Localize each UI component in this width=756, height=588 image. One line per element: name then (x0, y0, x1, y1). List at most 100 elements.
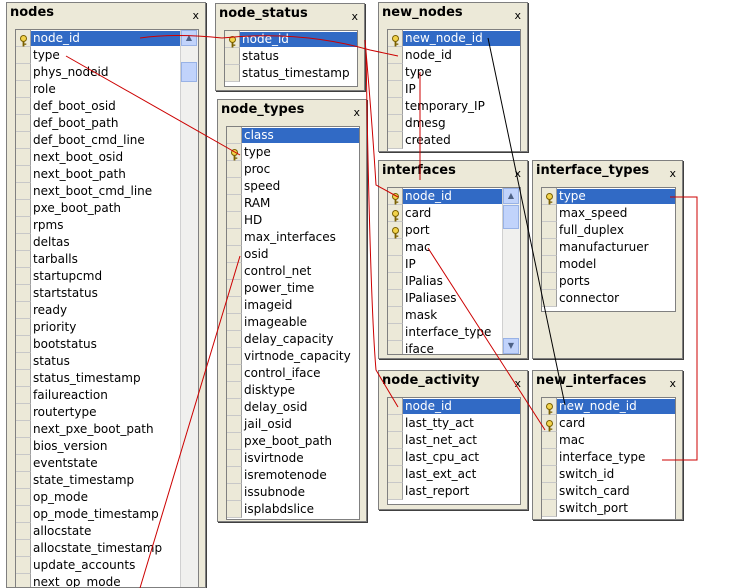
column-checkbox[interactable] (227, 433, 242, 450)
column-checkbox[interactable] (388, 415, 403, 432)
column-row[interactable]: next_boot_path (16, 166, 180, 183)
column-row[interactable]: IPaliases (388, 290, 502, 307)
table-new-interfaces[interactable]: new_interfaces x new_node_id card mac interfa… (532, 370, 683, 520)
column-checkbox[interactable] (16, 574, 31, 587)
column-checkbox[interactable] (227, 416, 242, 433)
column-checkbox[interactable] (16, 268, 31, 285)
column-row[interactable]: osid (227, 246, 359, 263)
column-checkbox[interactable] (16, 64, 31, 81)
column-row[interactable]: node_id (16, 30, 180, 47)
scroll-down-icon[interactable]: ▼ (503, 338, 519, 354)
column-checkbox[interactable] (388, 64, 403, 81)
column-row[interactable]: pxe_boot_path (227, 433, 359, 450)
column-checkbox[interactable] (542, 449, 557, 466)
column-row[interactable]: max_interfaces (227, 229, 359, 246)
column-row[interactable]: status (225, 48, 357, 65)
column-row[interactable]: issubnode (227, 484, 359, 501)
column-checkbox[interactable] (388, 432, 403, 449)
column-checkbox[interactable] (542, 466, 557, 483)
column-row[interactable]: status (16, 353, 180, 370)
column-row[interactable]: new_node_id (542, 398, 675, 415)
column-row[interactable]: status_timestamp (16, 370, 180, 387)
column-checkbox[interactable] (227, 501, 242, 518)
column-checkbox[interactable] (16, 455, 31, 472)
column-checkbox[interactable] (388, 115, 403, 132)
column-row[interactable]: next_pxe_boot_path (16, 421, 180, 438)
column-checkbox[interactable] (227, 297, 242, 314)
column-checkbox[interactable] (542, 290, 557, 307)
column-row[interactable]: ports (542, 273, 675, 290)
column-checkbox[interactable] (388, 398, 403, 415)
column-row[interactable]: type (388, 64, 520, 81)
column-row[interactable]: RAM (227, 195, 359, 212)
column-row[interactable]: proc (227, 161, 359, 178)
column-checkbox[interactable] (388, 222, 403, 239)
column-checkbox[interactable] (227, 280, 242, 297)
column-checkbox[interactable] (16, 557, 31, 574)
column-checkbox[interactable] (388, 483, 403, 500)
column-row[interactable]: node_id (388, 47, 520, 64)
column-checkbox[interactable] (227, 399, 242, 416)
column-checkbox[interactable] (388, 239, 403, 256)
column-row[interactable]: bios_version (16, 438, 180, 455)
column-checkbox[interactable] (16, 115, 31, 132)
scrollbar[interactable]: ▲ ▼ (502, 188, 520, 354)
table-nodes[interactable]: nodes x node_id type phys_nodeid role def_boot… (6, 2, 206, 588)
column-row[interactable]: isremotenode (227, 467, 359, 484)
column-checkbox[interactable] (388, 290, 403, 307)
column-row[interactable]: temporary_IP (388, 98, 520, 115)
column-checkbox[interactable] (388, 98, 403, 115)
column-checkbox[interactable] (16, 523, 31, 540)
column-row[interactable]: deltas (16, 234, 180, 251)
column-checkbox[interactable] (227, 127, 242, 144)
close-button[interactable]: x (192, 9, 199, 22)
column-row[interactable]: last_cpu_act (388, 449, 520, 466)
column-row[interactable]: type (227, 144, 359, 161)
column-row[interactable]: jail_osid (227, 416, 359, 433)
column-row[interactable]: interface_type (388, 324, 502, 341)
column-row[interactable]: def_boot_path (16, 115, 180, 132)
column-checkbox[interactable] (16, 438, 31, 455)
column-row[interactable]: mac (388, 239, 502, 256)
column-checkbox[interactable] (542, 500, 557, 517)
column-row[interactable]: connector (542, 290, 675, 307)
column-row[interactable]: delay_capacity (227, 331, 359, 348)
column-checkbox[interactable] (227, 331, 242, 348)
column-row[interactable]: delay_osid (227, 399, 359, 416)
column-checkbox[interactable] (227, 212, 242, 229)
column-row[interactable]: last_tty_act (388, 415, 520, 432)
column-list[interactable]: node_id type phys_nodeid role def_boot_osid d… (15, 29, 199, 587)
column-checkbox[interactable] (16, 285, 31, 302)
column-row[interactable]: created (388, 132, 520, 149)
column-row[interactable]: eventstate (16, 455, 180, 472)
column-checkbox[interactable] (542, 483, 557, 500)
column-row[interactable]: state_timestamp (16, 472, 180, 489)
column-row[interactable]: virtnode_capacity (227, 348, 359, 365)
close-button[interactable]: x (351, 10, 358, 23)
table-node-types[interactable]: node_types x class type proc speed RAM HD max_in… (217, 99, 367, 522)
close-button[interactable]: x (669, 167, 676, 180)
close-button[interactable]: x (514, 377, 521, 390)
table-new-nodes[interactable]: new_nodes x new_node_id node_id type IP tempor… (378, 2, 528, 152)
column-checkbox[interactable] (16, 149, 31, 166)
column-row[interactable]: next_op_mode (16, 574, 180, 587)
column-row[interactable]: startstatus (16, 285, 180, 302)
column-checkbox[interactable] (227, 467, 242, 484)
column-row[interactable]: mac (542, 432, 675, 449)
column-checkbox[interactable] (16, 370, 31, 387)
column-row[interactable]: full_duplex (542, 222, 675, 239)
column-row[interactable]: update_accounts (16, 557, 180, 574)
column-row[interactable]: port (388, 222, 502, 239)
column-row[interactable]: next_boot_cmd_line (16, 183, 180, 200)
column-row[interactable]: speed (227, 178, 359, 195)
column-checkbox[interactable] (388, 273, 403, 290)
column-row[interactable]: mask (388, 307, 502, 324)
scroll-thumb[interactable] (503, 205, 519, 229)
column-checkbox[interactable] (225, 48, 240, 65)
column-row[interactable]: HD (227, 212, 359, 229)
column-checkbox[interactable] (16, 251, 31, 268)
column-checkbox[interactable] (227, 229, 242, 246)
column-checkbox[interactable] (388, 132, 403, 149)
column-row[interactable]: last_net_act (388, 432, 520, 449)
close-button[interactable]: x (514, 167, 521, 180)
